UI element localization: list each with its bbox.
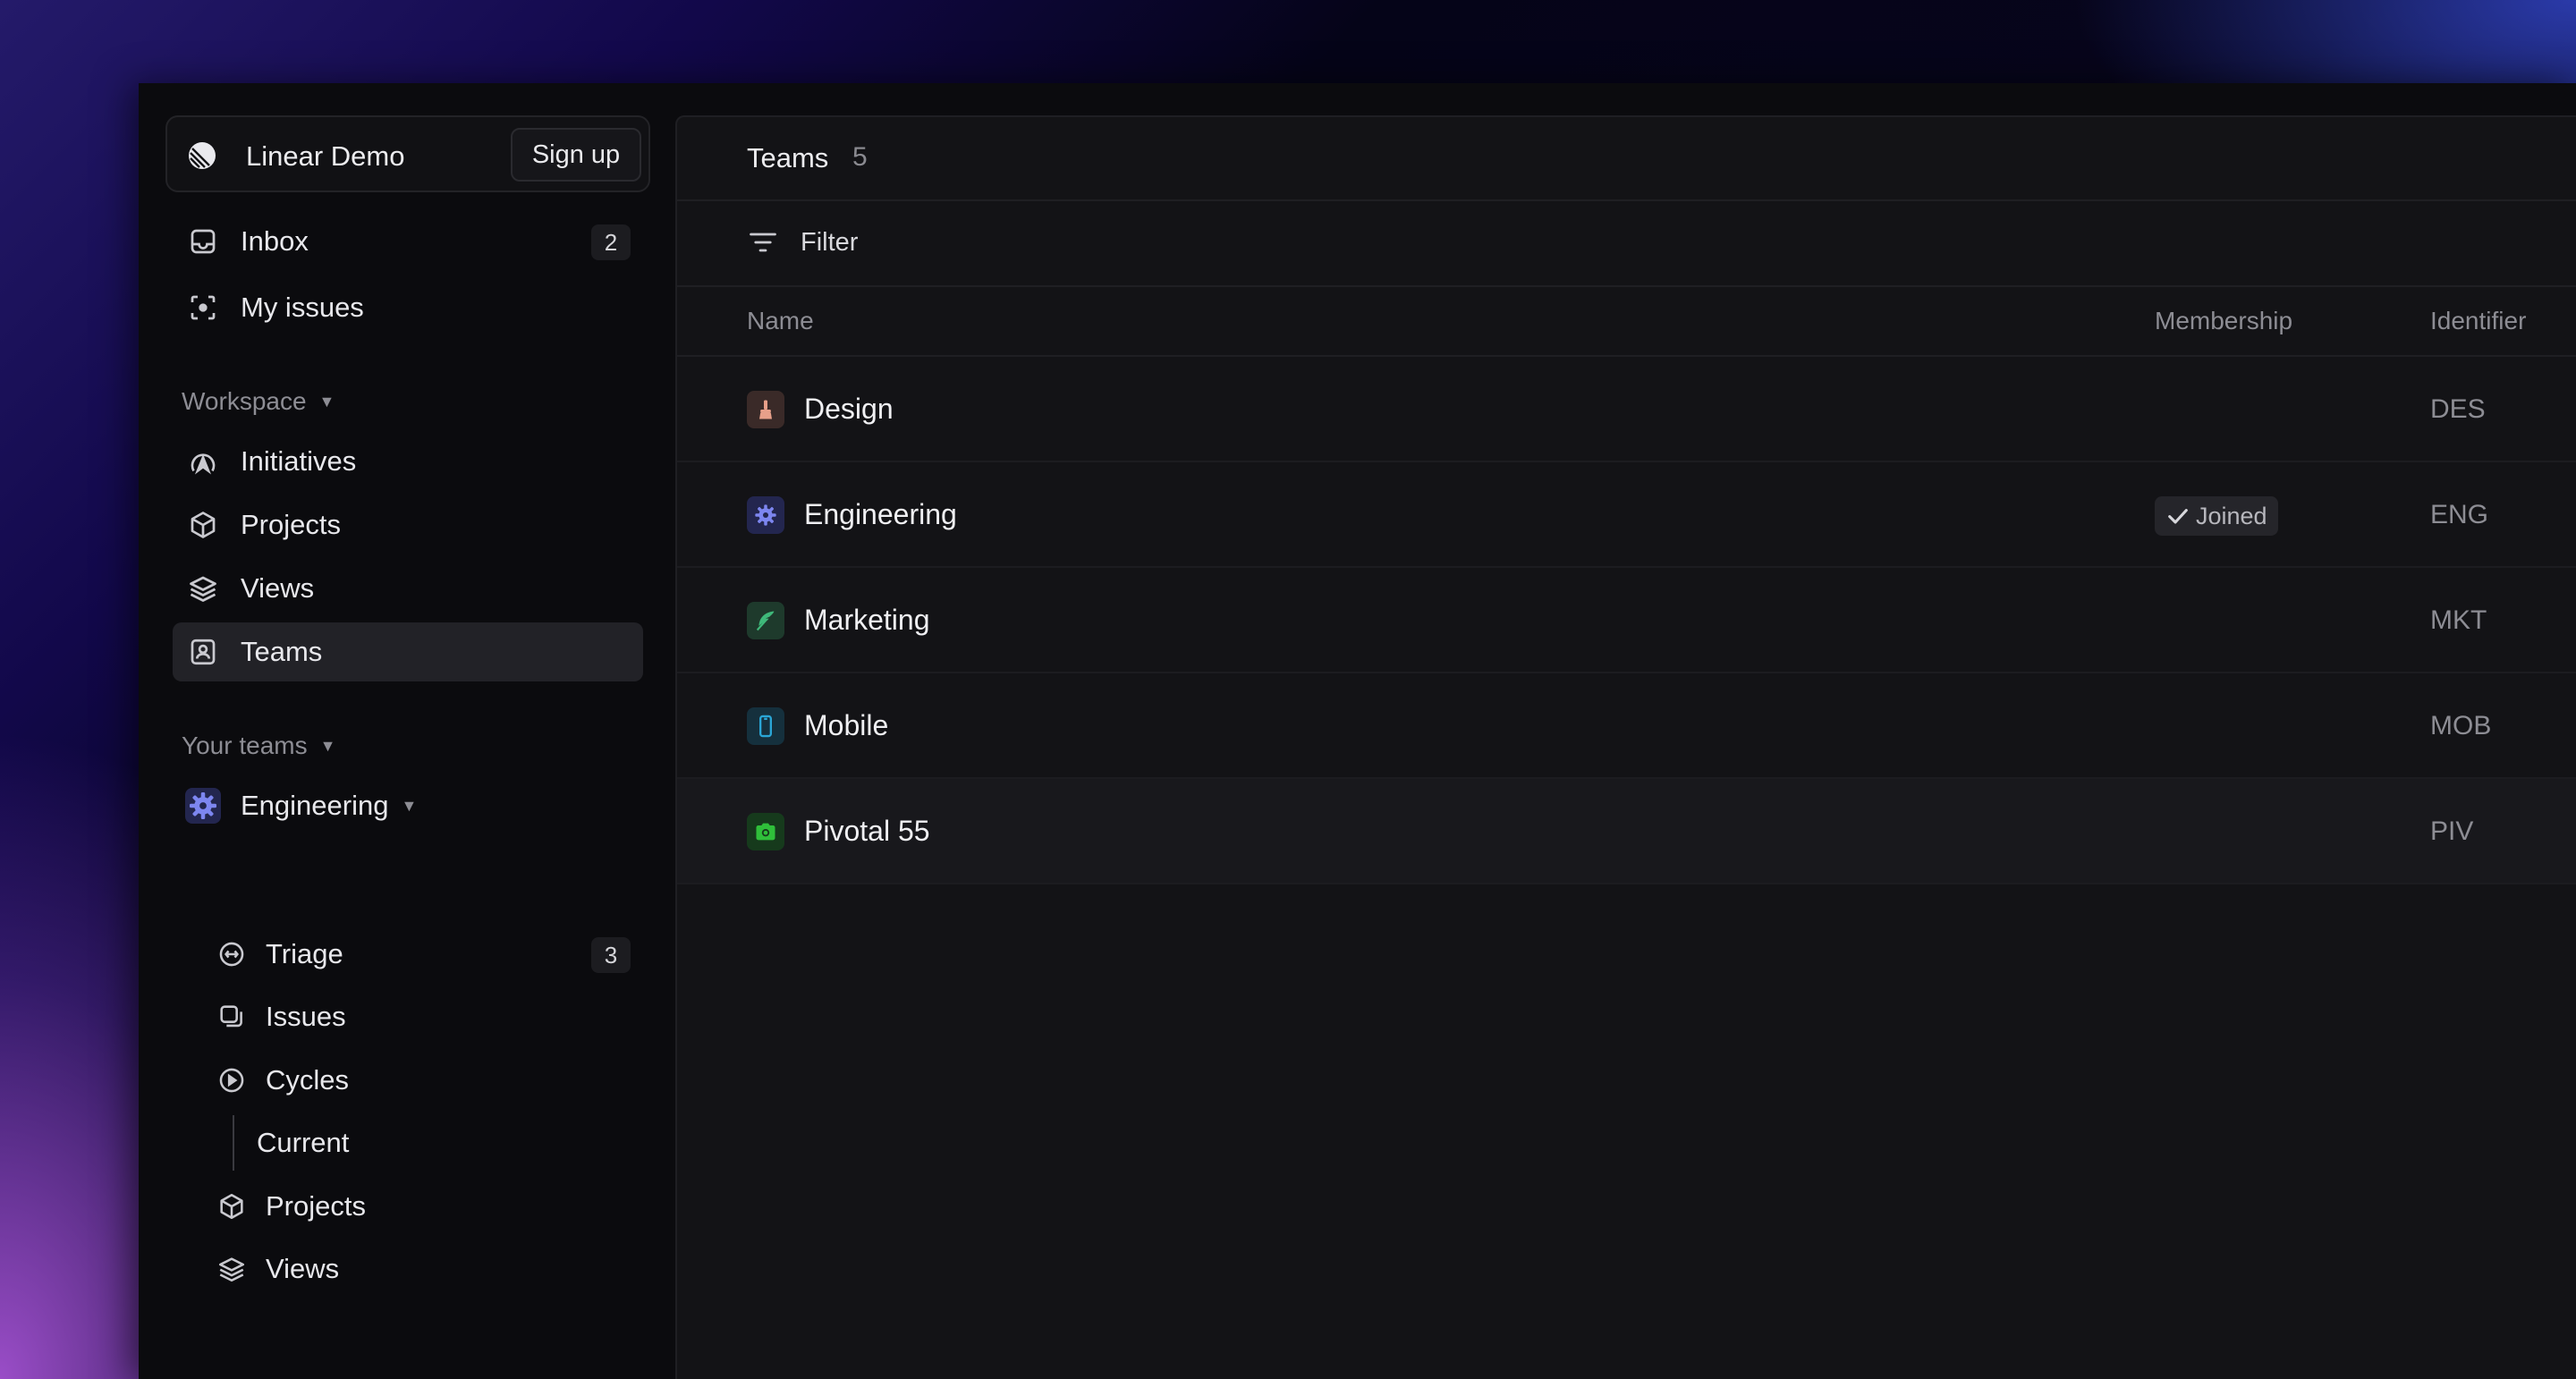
team-name: Design	[804, 393, 894, 425]
sidebar-item-inbox[interactable]: Inbox 2	[173, 212, 643, 271]
table-row-design[interactable]: Design DES	[677, 357, 2576, 462]
sidebar-item-label: My issues	[241, 292, 364, 323]
team-name: Engineering	[804, 498, 957, 530]
sidebar-item-my-issues[interactable]: My issues	[173, 278, 643, 337]
column-header-name[interactable]: Name	[747, 307, 814, 335]
filter-button[interactable]: Filter	[731, 214, 874, 273]
views-icon	[214, 1251, 250, 1287]
sidebar-item-label: Initiatives	[241, 445, 357, 477]
your-teams-section-toggle[interactable]: Your teams ▼	[182, 732, 335, 760]
sidebar-item-label: Cycles	[266, 1064, 350, 1096]
membership-badge: Joined	[2155, 496, 2278, 536]
column-header-identifier[interactable]: Identifier	[2430, 307, 2526, 335]
caret-down-icon: ▼	[318, 392, 335, 410]
team-identifier: MOB	[2430, 711, 2492, 740]
workspace-name: Linear Demo	[246, 140, 405, 172]
caret-down-icon: ▼	[401, 796, 418, 815]
filter-icon	[750, 233, 776, 252]
table-row-mobile[interactable]: Mobile MOB	[677, 673, 2576, 779]
sidebar-item-initiatives[interactable]: Initiatives	[173, 432, 643, 491]
sidebar: Linear Demo Sign up Inbox 2 My issues Wo…	[139, 83, 675, 1379]
sidebar-item-label: Projects	[266, 1190, 366, 1222]
section-heading: Workspace	[182, 387, 307, 415]
phone-icon	[747, 707, 784, 745]
views-icon	[185, 571, 221, 606]
team-identifier: DES	[2430, 394, 2486, 424]
caret-down-icon: ▼	[319, 736, 336, 755]
membership-label: Joined	[2196, 502, 2267, 529]
workspace-switcher[interactable]: Linear Demo Sign up	[165, 115, 650, 192]
filter-bar: Filter	[677, 201, 2576, 287]
team-identifier: MKT	[2430, 605, 2487, 635]
page-header: Teams 5	[677, 117, 2576, 201]
team-name: Mobile	[804, 709, 889, 741]
checkmark-icon	[2168, 509, 2188, 524]
projects-icon	[185, 507, 221, 543]
sidebar-item-views[interactable]: Views	[173, 559, 643, 618]
filter-label: Filter	[801, 228, 859, 257]
teams-count: 5	[852, 142, 868, 172]
sidebar-item-team-views[interactable]: Views	[201, 1239, 643, 1299]
sidebar-item-cycles[interactable]: Cycles	[201, 1051, 643, 1110]
team-engineering-icon	[185, 788, 221, 824]
teams-icon	[185, 634, 221, 670]
sidebar-item-triage[interactable]: Triage 3	[201, 925, 643, 984]
triage-count-badge: 3	[591, 937, 631, 973]
sidebar-item-label: Issues	[266, 1001, 346, 1032]
sidebar-item-teams[interactable]: Teams	[173, 622, 643, 681]
table-header: Name Membership Identifier	[677, 287, 2576, 357]
sidebar-item-label: Projects	[241, 509, 341, 540]
sidebar-item-label: Engineering	[241, 790, 389, 821]
column-header-membership[interactable]: Membership	[2155, 307, 2292, 335]
app-window: Linear Demo Sign up Inbox 2 My issues Wo…	[139, 83, 2576, 1379]
gear-icon	[747, 496, 784, 534]
issues-icon	[214, 999, 250, 1035]
inbox-icon	[185, 224, 221, 259]
sidebar-item-label: Views	[266, 1253, 340, 1284]
my-issues-icon	[185, 290, 221, 326]
team-identifier: ENG	[2430, 500, 2489, 529]
sidebar-item-label: Triage	[266, 938, 343, 969]
brush-icon	[747, 391, 784, 428]
table-row-marketing[interactable]: Marketing MKT	[677, 568, 2576, 673]
team-name: Marketing	[804, 604, 930, 636]
initiatives-icon	[185, 444, 221, 479]
team-name: Pivotal 55	[804, 815, 930, 847]
sidebar-item-label: Current	[257, 1127, 350, 1158]
tree-connector	[233, 1115, 234, 1171]
team-identifier: PIV	[2430, 816, 2474, 846]
triage-icon	[214, 936, 250, 972]
table-row-engineering[interactable]: Engineering Joined ENG	[677, 462, 2576, 568]
workspace-section-toggle[interactable]: Workspace ▼	[182, 387, 335, 416]
main-panel: Teams 5 Filter Name Membership Identifie…	[675, 115, 2576, 1379]
sign-up-button[interactable]: Sign up	[511, 128, 641, 182]
sidebar-team-engineering[interactable]: Engineering ▼	[173, 776, 643, 835]
sidebar-item-team-projects[interactable]: Projects	[201, 1177, 643, 1236]
page-title: Teams	[747, 142, 829, 173]
sidebar-item-current-cycle[interactable]: Current	[244, 1113, 643, 1172]
section-heading: Your teams	[182, 732, 308, 759]
inbox-count-badge: 2	[591, 224, 631, 260]
linear-logo-icon	[189, 142, 216, 169]
table-row-pivotal-55[interactable]: Pivotal 55 PIV	[677, 779, 2576, 884]
sidebar-item-label: Inbox	[241, 225, 309, 257]
cycles-icon	[214, 1062, 250, 1098]
projects-icon	[214, 1189, 250, 1224]
feather-icon	[747, 602, 784, 639]
sidebar-item-label: Teams	[241, 636, 323, 667]
camera-icon	[747, 813, 784, 850]
sidebar-item-projects[interactable]: Projects	[173, 495, 643, 554]
gear-icon	[185, 788, 221, 824]
sidebar-item-label: Views	[241, 572, 315, 604]
sidebar-item-issues[interactable]: Issues	[201, 987, 643, 1046]
